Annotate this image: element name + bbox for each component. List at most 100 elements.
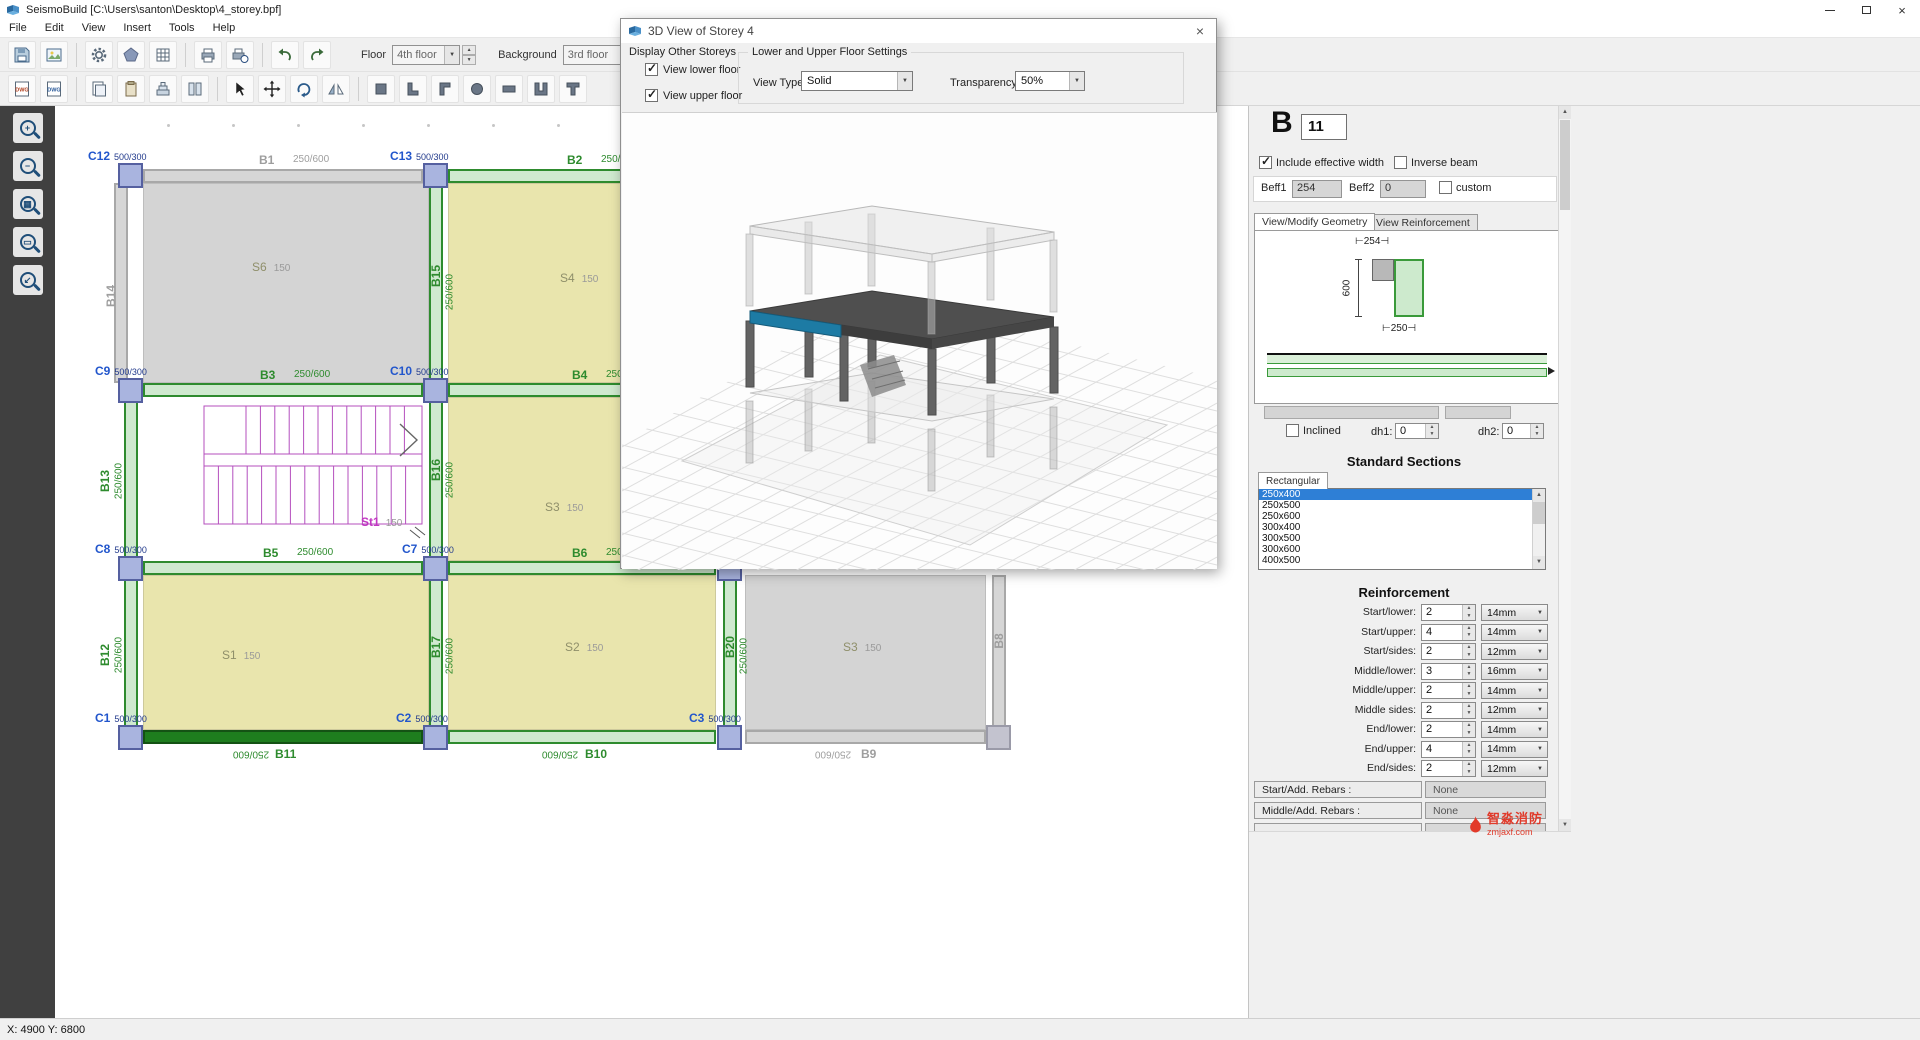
- floor-stepper[interactable]: ▲▼: [462, 45, 476, 65]
- column-C12[interactable]: [118, 163, 143, 188]
- mirror-tool[interactable]: [322, 75, 350, 103]
- section-option[interactable]: 250x500: [1259, 500, 1533, 511]
- export-image-button[interactable]: [40, 41, 68, 69]
- transparency-dropdown[interactable]: 50% ▼: [1015, 71, 1085, 91]
- rebar-count-spinner[interactable]: 4▲▼: [1421, 624, 1476, 641]
- zoom-out-tool[interactable]: −: [13, 151, 43, 181]
- section-option[interactable]: 250x600: [1259, 511, 1533, 522]
- rotate-tool[interactable]: [290, 75, 318, 103]
- beam-B13[interactable]: [124, 397, 138, 561]
- spinner-arrows-icon[interactable]: ▲▼: [1462, 761, 1475, 776]
- floor-dropdown[interactable]: 4th floor ▼: [392, 45, 460, 65]
- dialog-title-bar[interactable]: 3D View of Storey 4 ×: [621, 19, 1216, 43]
- section-option[interactable]: 250x400: [1259, 489, 1533, 500]
- section-option[interactable]: 400x500: [1259, 555, 1533, 566]
- beff1-field[interactable]: 254: [1292, 180, 1342, 198]
- beam-B8[interactable]: [992, 575, 1006, 730]
- rebar-size-dropdown[interactable]: 16mm▼: [1481, 663, 1548, 680]
- zoom-extents-tool[interactable]: ▦: [13, 189, 43, 219]
- scrollbar-thumb[interactable]: [1533, 502, 1545, 524]
- settings-button[interactable]: [85, 41, 113, 69]
- beam-B14[interactable]: [114, 183, 128, 383]
- zoom-in-tool[interactable]: +: [13, 113, 43, 143]
- move-tool[interactable]: [258, 75, 286, 103]
- draw-wall-tool[interactable]: [495, 75, 523, 103]
- listbox-scrollbar[interactable]: ▲ ▼: [1532, 489, 1545, 569]
- column-C3[interactable]: [717, 725, 742, 750]
- undo-button[interactable]: [271, 41, 299, 69]
- scroll-down-icon[interactable]: ▼: [1559, 819, 1571, 832]
- column-C1[interactable]: [118, 725, 143, 750]
- clipped-rebars-button[interactable]: [1254, 823, 1422, 832]
- section-option[interactable]: 300x400: [1259, 522, 1533, 533]
- rebar-count-spinner[interactable]: 2▲▼: [1421, 721, 1476, 738]
- menu-edit[interactable]: Edit: [36, 20, 73, 37]
- rebar-size-dropdown[interactable]: 14mm▼: [1481, 741, 1548, 758]
- beam-B5[interactable]: [143, 561, 423, 575]
- rebar-count-spinner[interactable]: 4▲▼: [1421, 741, 1476, 758]
- column-C13[interactable]: [423, 163, 448, 188]
- slab-S1[interactable]: [143, 575, 429, 730]
- spinner-arrows-icon[interactable]: ▲▼: [1425, 424, 1438, 438]
- rebar-count-spinner[interactable]: 2▲▼: [1421, 604, 1476, 621]
- view-lower-floor-checkbox[interactable]: View lower floor: [645, 63, 740, 76]
- select-tool[interactable]: [226, 75, 254, 103]
- dialog-close-button[interactable]: ×: [1184, 19, 1216, 43]
- rebar-size-dropdown[interactable]: 14mm▼: [1481, 721, 1548, 738]
- view-type-dropdown[interactable]: Solid ▼: [801, 71, 913, 91]
- rebar-size-dropdown[interactable]: 14mm▼: [1481, 604, 1548, 621]
- spinner-arrows-icon[interactable]: ▲▼: [1462, 664, 1475, 679]
- draw-polygon-button[interactable]: [117, 41, 145, 69]
- scroll-down-icon[interactable]: ▼: [1533, 556, 1545, 569]
- print-preview-button[interactable]: [226, 41, 254, 69]
- copy-floor-button[interactable]: [85, 75, 113, 103]
- column-grid-button[interactable]: [181, 75, 209, 103]
- menu-insert[interactable]: Insert: [114, 20, 160, 37]
- menu-view[interactable]: View: [73, 20, 115, 37]
- beff2-field[interactable]: 0: [1380, 180, 1426, 198]
- slab-S6[interactable]: [143, 183, 429, 383]
- start-add-rebars-button[interactable]: Start/Add. Rebars :: [1254, 781, 1422, 798]
- draw-u-section-tool[interactable]: [527, 75, 555, 103]
- inverse-beam-checkbox[interactable]: Inverse beam: [1394, 156, 1478, 169]
- beam-B1[interactable]: [143, 169, 423, 183]
- spinner-arrows-icon[interactable]: ▲▼: [1530, 424, 1543, 438]
- spinner-arrows-icon[interactable]: ▲▼: [1462, 742, 1475, 757]
- rebar-count-spinner[interactable]: 2▲▼: [1421, 760, 1476, 777]
- column-C10[interactable]: [423, 378, 448, 403]
- minimize-button[interactable]: [1812, 0, 1848, 20]
- spinner-arrows-icon[interactable]: ▲▼: [1462, 683, 1475, 698]
- custom-checkbox[interactable]: custom: [1439, 181, 1491, 194]
- column-C2[interactable]: [423, 725, 448, 750]
- rebar-size-dropdown[interactable]: 14mm▼: [1481, 624, 1548, 641]
- spinner-arrows-icon[interactable]: ▲▼: [1462, 703, 1475, 718]
- rebar-count-spinner[interactable]: 3▲▼: [1421, 663, 1476, 680]
- menu-tools[interactable]: Tools: [160, 20, 204, 37]
- beam-B11[interactable]: [143, 730, 423, 744]
- maximize-button[interactable]: [1848, 0, 1884, 20]
- include-effective-width-checkbox[interactable]: Include effective width: [1259, 156, 1384, 169]
- draw-circular-column-tool[interactable]: [463, 75, 491, 103]
- panel-scrollbar[interactable]: ▲ ▼: [1558, 106, 1571, 832]
- section-option[interactable]: 300x500: [1259, 533, 1533, 544]
- rebar-size-dropdown[interactable]: 12mm▼: [1481, 643, 1548, 660]
- column-C9[interactable]: [118, 378, 143, 403]
- beam-B3[interactable]: [143, 383, 423, 397]
- 3d-viewport[interactable]: [622, 112, 1217, 569]
- menu-help[interactable]: Help: [204, 20, 245, 37]
- rebar-size-dropdown[interactable]: 14mm▼: [1481, 682, 1548, 699]
- storey-manager-button[interactable]: [149, 75, 177, 103]
- draw-l-section-tool[interactable]: [399, 75, 427, 103]
- view-upper-floor-checkbox[interactable]: View upper floor: [645, 89, 742, 102]
- rebar-count-spinner[interactable]: 2▲▼: [1421, 702, 1476, 719]
- menu-file[interactable]: File: [0, 20, 36, 37]
- tab-rectangular[interactable]: Rectangular: [1258, 472, 1328, 489]
- close-button[interactable]: ×: [1884, 0, 1920, 20]
- spinner-arrows-icon[interactable]: ▲▼: [1462, 625, 1475, 640]
- scroll-up-icon[interactable]: ▲: [1533, 489, 1545, 502]
- tab-view-modify-geometry[interactable]: View/Modify Geometry: [1254, 213, 1375, 230]
- zoom-pan-tool[interactable]: ↙: [13, 265, 43, 295]
- inclined-checkbox[interactable]: Inclined: [1286, 424, 1341, 437]
- export-dwg-button[interactable]: [40, 75, 68, 103]
- beam-B12[interactable]: [124, 575, 138, 730]
